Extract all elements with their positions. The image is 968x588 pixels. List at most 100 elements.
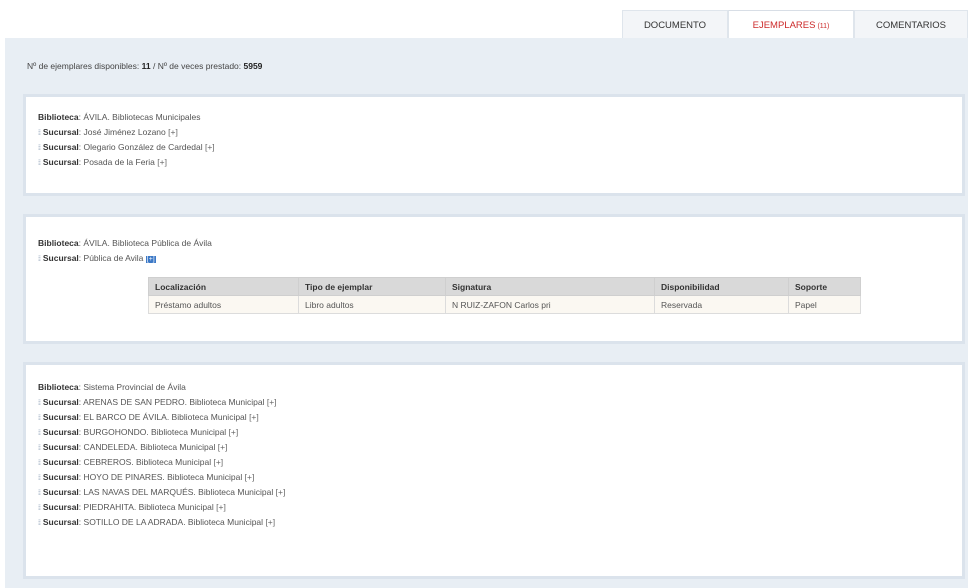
library-name: Sistema Provincial de Ávila [83, 382, 186, 392]
expand-toggle[interactable]: [+] [216, 502, 226, 512]
expand-toggle[interactable]: [+] [276, 487, 286, 497]
grip-icon: ⁞⁞ [38, 256, 41, 263]
branch-name: Pública de Avila [83, 253, 144, 263]
grip-icon: ⁞⁞ [38, 415, 41, 422]
branch-name: CEBREROS. Biblioteca Municipal [83, 457, 212, 467]
expand-toggle[interactable]: [+] [245, 472, 255, 482]
branch-label: Sucursal [42, 457, 79, 467]
library-label: Biblioteca [38, 112, 79, 122]
expand-toggle[interactable]: [+] [145, 256, 156, 263]
branch-row: ⁞⁞ Sucursal: PIEDRAHITA. Biblioteca Munic… [38, 502, 226, 512]
expand-toggle[interactable]: [+] [213, 457, 223, 467]
library-name: ÁVILA. Bibliotecas Municipales [83, 112, 201, 122]
branch-label: Sucursal [42, 253, 79, 263]
tab-bar: DOCUMENTO EJEMPLARES (11) COMENTARIOS [622, 10, 968, 38]
tab-ejemplares-count: (11) [817, 23, 830, 30]
grip-icon: ⁞⁞ [38, 475, 41, 482]
branch-label: Sucursal [42, 157, 79, 167]
grip-icon: ⁞⁞ [38, 400, 41, 407]
branch-name: HOYO DE PINARES. Biblioteca Municipal [83, 472, 243, 482]
cell-disponibilidad: Reservada [654, 295, 789, 314]
library-header: Biblioteca: ÁVILA. Biblioteca Pública de… [38, 238, 212, 248]
branch-name: José Jiménez Lozano [83, 127, 166, 137]
expand-toggle[interactable]: [+] [168, 127, 178, 137]
branch-name: Posada de la Feria [83, 157, 155, 167]
tab-documento[interactable]: DOCUMENTO [622, 10, 728, 38]
library-label: Biblioteca [38, 238, 79, 248]
cell-signatura: N RUIZ-ZAFON Carlos pri [445, 295, 655, 314]
branch-row: ⁞⁞ Sucursal: Pública de Avila [+] [38, 253, 156, 263]
tab-ejemplares[interactable]: EJEMPLARES (11) [728, 10, 854, 38]
available-label: Nº de ejemplares disponibles: [27, 61, 142, 71]
library-label: Biblioteca [38, 382, 79, 392]
library-name: ÁVILA. Biblioteca Pública de Ávila [83, 238, 212, 248]
grip-icon: ⁞⁞ [38, 160, 41, 167]
branch-row: ⁞⁞ Sucursal: ARENAS DE SAN PEDRO. Bibliot… [38, 397, 277, 407]
expand-toggle[interactable]: [+] [157, 157, 167, 167]
copies-summary: Nº de ejemplares disponibles: 11 / Nº de… [27, 61, 262, 71]
summary-separator: / [150, 61, 158, 71]
branch-row: ⁞⁞ Sucursal: BURGOHONDO. Biblioteca Munic… [38, 427, 239, 437]
copies-table: Localización Tipo de ejemplar Signatura … [148, 277, 861, 314]
grip-icon: ⁞⁞ [38, 430, 41, 437]
available-value: 11 [141, 61, 151, 71]
tab-ejemplares-label: EJEMPLARES [752, 20, 816, 31]
expand-toggle[interactable]: [+] [249, 412, 259, 422]
branch-label: Sucursal [42, 142, 79, 152]
branch-label: Sucursal [42, 472, 79, 482]
branch-row: ⁞⁞ Sucursal: José Jiménez Lozano [+] [38, 127, 178, 137]
grip-icon: ⁞⁞ [38, 130, 41, 137]
loaned-value: 5959 [243, 61, 263, 71]
branch-row: ⁞⁞ Sucursal: SOTILLO DE LA ADRADA. Biblio… [38, 517, 276, 527]
table-row: Préstamo adultos Libro adultos N RUIZ-ZA… [148, 295, 861, 314]
branch-row: ⁞⁞ Sucursal: Posada de la Feria [+] [38, 157, 167, 167]
branch-name: EL BARCO DE ÁVILA. Biblioteca Municipal [83, 412, 247, 422]
branch-label: Sucursal [42, 412, 79, 422]
branch-label: Sucursal [42, 442, 79, 452]
branch-row: ⁞⁞ Sucursal: HOYO DE PINARES. Biblioteca … [38, 472, 255, 482]
col-signatura: Signatura [445, 277, 655, 296]
branch-label: Sucursal [42, 127, 79, 137]
branch-label: Sucursal [42, 502, 79, 512]
col-localizacion: Localización [148, 277, 299, 296]
branch-row: ⁞⁞ Sucursal: EL BARCO DE ÁVILA. Bibliotec… [38, 412, 259, 422]
branch-name: CANDELEDA. Biblioteca Municipal [83, 442, 216, 452]
branch-row: ⁞⁞ Sucursal: CEBREROS. Biblioteca Municip… [38, 457, 224, 467]
library-box-provincial: Biblioteca: Sistema Provincial de Ávila … [23, 362, 965, 579]
library-box-municipales: Biblioteca: ÁVILA. Bibliotecas Municipal… [23, 94, 965, 196]
tab-comentarios[interactable]: COMENTARIOS [854, 10, 968, 38]
branch-row: ⁞⁞ Sucursal: CANDELEDA. Biblioteca Munici… [38, 442, 228, 452]
cell-localizacion: Préstamo adultos [148, 295, 299, 314]
grip-icon: ⁞⁞ [38, 505, 41, 512]
col-tipo: Tipo de ejemplar [298, 277, 446, 296]
branch-row: ⁞⁞ Sucursal: LAS NAVAS DEL MARQUÉS. Bibli… [38, 487, 286, 497]
branch-label: Sucursal [42, 427, 79, 437]
branch-name: Olegario González de Cardedal [83, 142, 203, 152]
library-header: Biblioteca: ÁVILA. Bibliotecas Municipal… [38, 112, 201, 122]
cell-tipo: Libro adultos [298, 295, 446, 314]
expand-toggle[interactable]: [+] [205, 142, 215, 152]
expand-toggle[interactable]: [+] [229, 427, 239, 437]
col-soporte: Soporte [788, 277, 861, 296]
branch-name: SOTILLO DE LA ADRADA. Biblioteca Municip… [83, 517, 264, 527]
expand-toggle[interactable]: [+] [265, 517, 275, 527]
cell-soporte: Papel [788, 295, 861, 314]
library-box-publica: Biblioteca: ÁVILA. Biblioteca Pública de… [23, 214, 965, 344]
table-header-row: Localización Tipo de ejemplar Signatura … [148, 277, 861, 296]
expand-toggle[interactable]: [+] [267, 397, 277, 407]
grip-icon: ⁞⁞ [38, 490, 41, 497]
library-header: Biblioteca: Sistema Provincial de Ávila [38, 382, 186, 392]
grip-icon: ⁞⁞ [38, 460, 41, 467]
branch-row: ⁞⁞ Sucursal: Olegario González de Cardeda… [38, 142, 215, 152]
branch-name: PIEDRAHITA. Biblioteca Municipal [83, 502, 214, 512]
branch-name: BURGOHONDO. Biblioteca Municipal [83, 427, 227, 437]
branch-name: ARENAS DE SAN PEDRO. Biblioteca Municipa… [83, 397, 265, 407]
branch-label: Sucursal [42, 487, 79, 497]
grip-icon: ⁞⁞ [38, 145, 41, 152]
loaned-label: Nº de veces prestado: [157, 61, 244, 71]
expand-toggle[interactable]: [+] [218, 442, 228, 452]
grip-icon: ⁞⁞ [38, 520, 41, 527]
branch-label: Sucursal [42, 397, 79, 407]
grip-icon: ⁞⁞ [38, 445, 41, 452]
col-disponibilidad: Disponibilidad [654, 277, 789, 296]
